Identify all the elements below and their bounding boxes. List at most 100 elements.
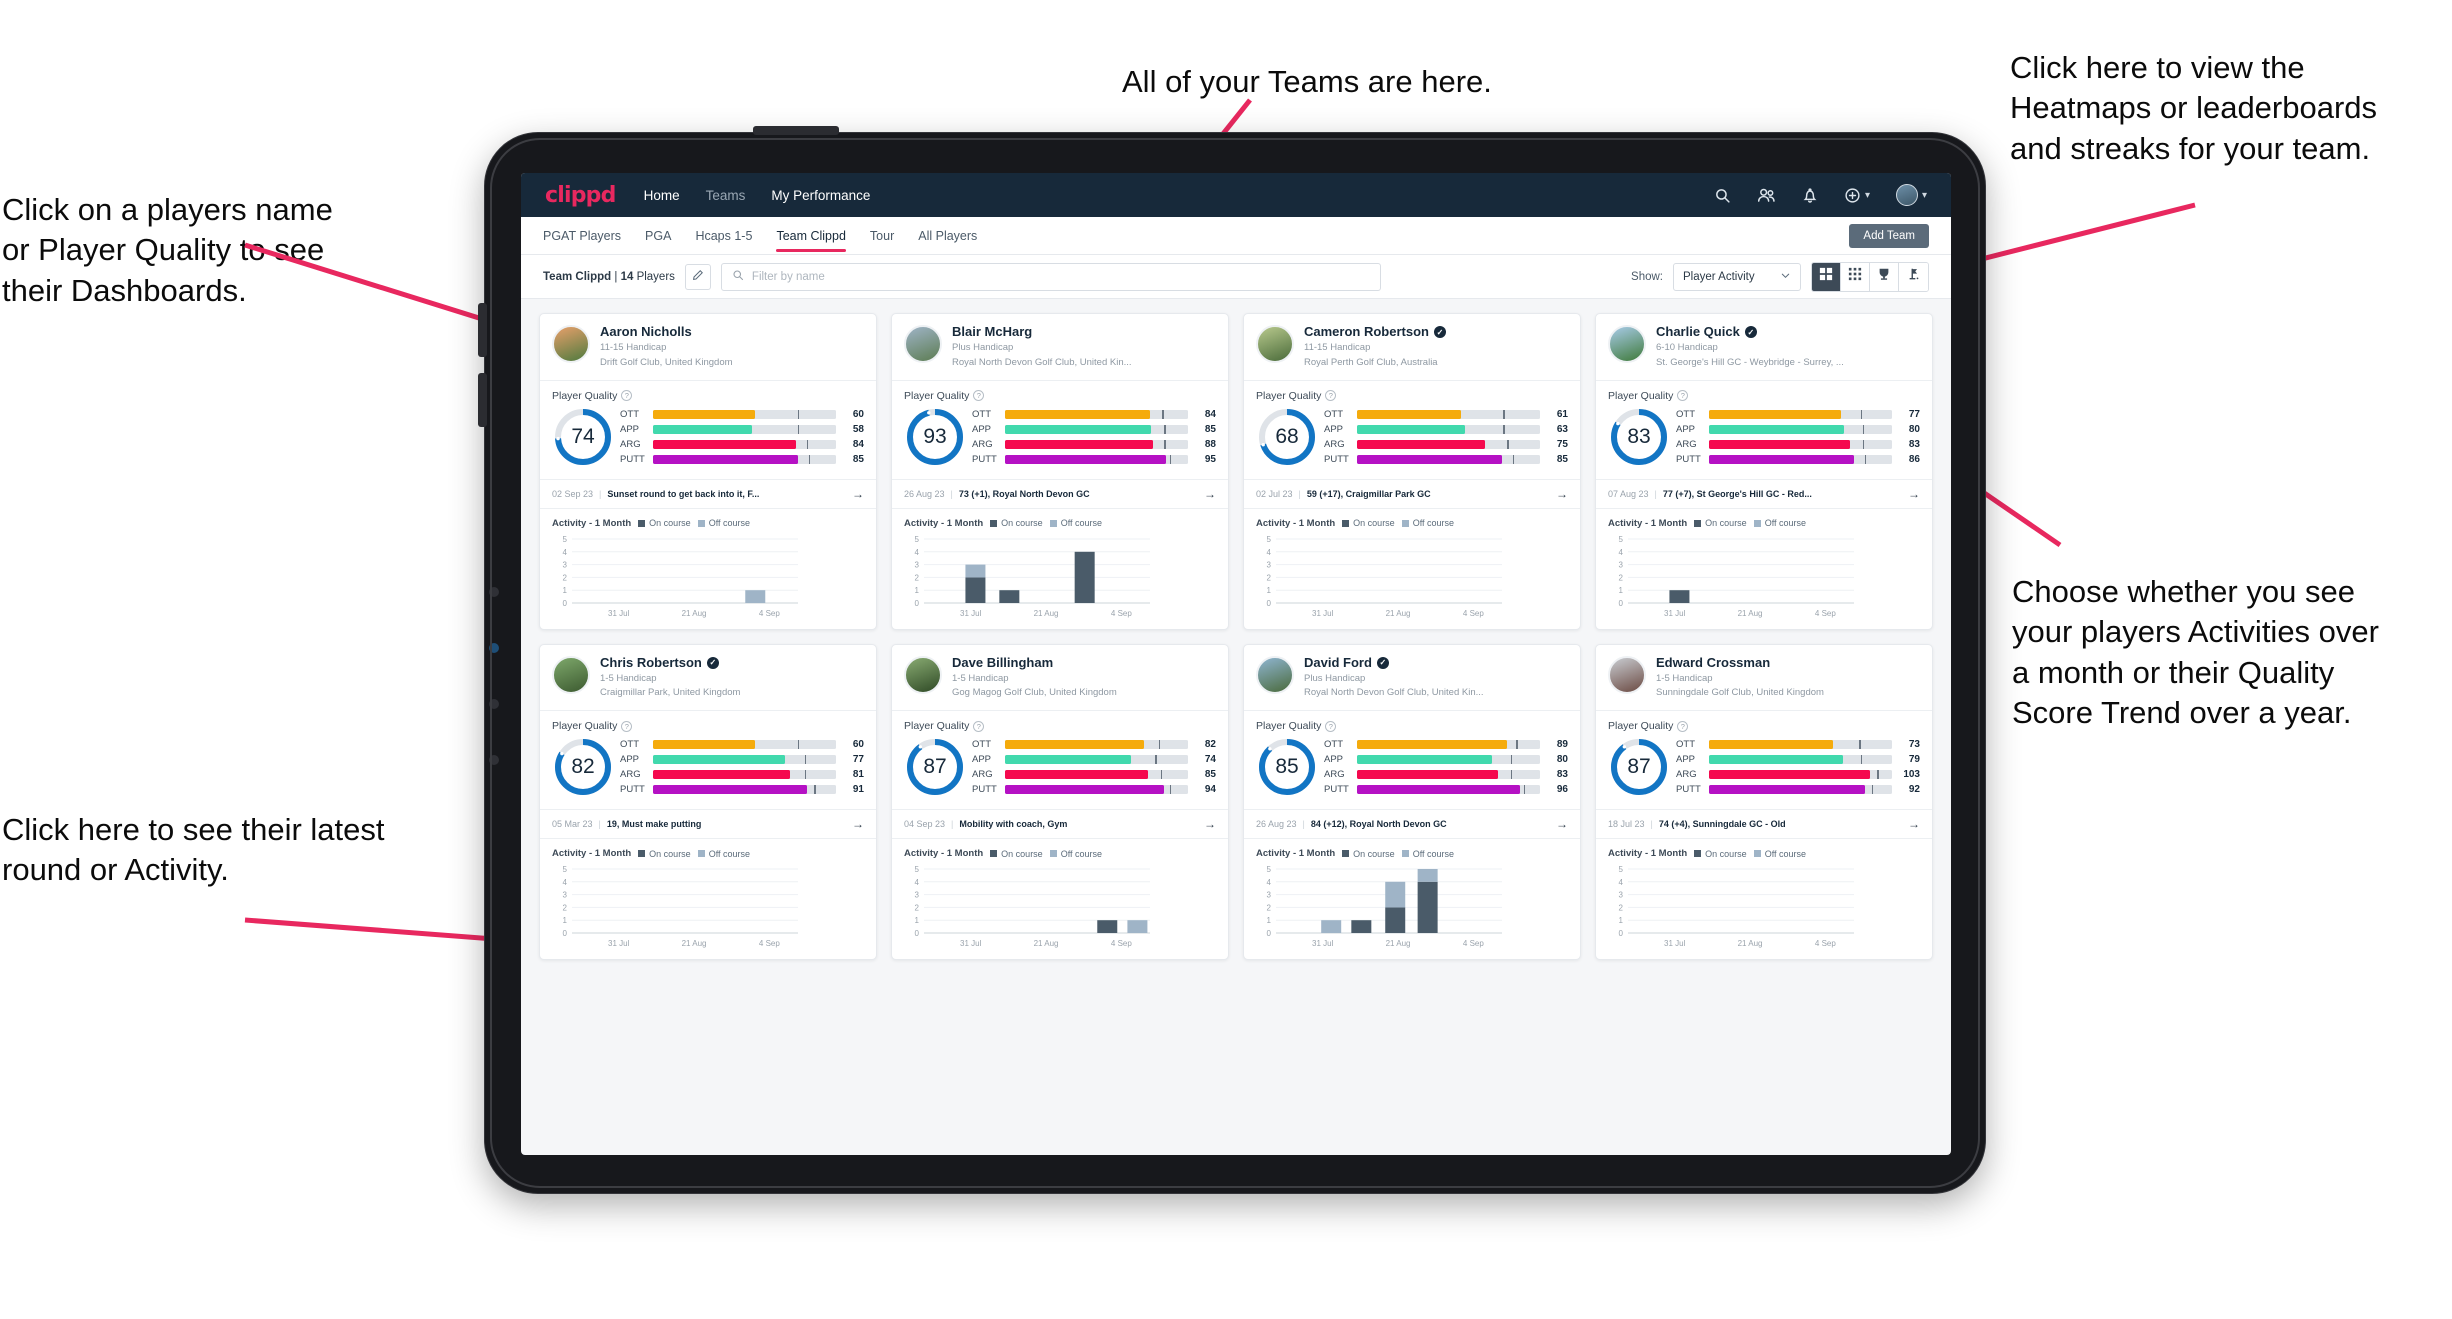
question-mark-icon[interactable]: ? — [1677, 390, 1689, 402]
question-mark-icon[interactable]: ? — [973, 390, 985, 402]
volume-down-button[interactable] — [478, 373, 487, 427]
player-avatar[interactable] — [552, 325, 590, 363]
player-card[interactable]: Cameron Robertson ✓ 11-15 Handicap Royal… — [1243, 313, 1581, 630]
nav-link-my-performance[interactable]: My Performance — [771, 188, 870, 203]
player-name[interactable]: Chris Robertson ✓ — [600, 655, 740, 671]
tab-hcaps-1-5[interactable]: Hcaps 1-5 — [695, 217, 752, 255]
arrow-right-icon[interactable]: → — [1556, 817, 1568, 831]
player-avatar[interactable] — [904, 325, 942, 363]
player-card-header[interactable]: Blair McHarg Plus Handicap Royal North D… — [892, 314, 1228, 380]
view-grid-large-button[interactable] — [1812, 262, 1841, 291]
bell-icon[interactable] — [1802, 187, 1818, 204]
player-quality-body[interactable]: 74 OTT 60 APP 58 ARG 84 PUTT 85 — [540, 404, 876, 479]
player-quality-body[interactable]: 87 OTT 82 APP 74 ARG 85 PUTT 94 — [892, 734, 1228, 809]
player-card[interactable]: Charlie Quick ✓ 6-10 Handicap St. George… — [1595, 313, 1933, 630]
question-mark-icon[interactable]: ? — [1325, 720, 1337, 732]
quality-score-ring[interactable]: 85 — [1256, 736, 1318, 798]
profile-menu[interactable]: ▾ — [1895, 184, 1927, 206]
player-card-header[interactable]: David Ford ✓ Plus Handicap Royal North D… — [1244, 645, 1580, 711]
latest-activity-row[interactable]: 26 Aug 23 | 73 (+1), Royal North Devon G… — [892, 478, 1228, 508]
player-card-header[interactable]: Edward Crossman 1-5 Handicap Sunningdale… — [1596, 645, 1932, 711]
quality-score-ring[interactable]: 87 — [1608, 736, 1670, 798]
view-course-button[interactable] — [1899, 262, 1928, 291]
player-name[interactable]: David Ford ✓ — [1304, 655, 1484, 671]
arrow-right-icon[interactable]: → — [1204, 817, 1216, 831]
player-quality-body[interactable]: 85 OTT 89 APP 80 ARG 83 PUTT 96 — [1244, 734, 1580, 809]
latest-activity-row[interactable]: 02 Sep 23 | Sunset round to get back int… — [540, 478, 876, 508]
arrow-right-icon[interactable]: → — [1908, 487, 1920, 501]
power-button[interactable] — [753, 126, 839, 135]
tab-pgat-players[interactable]: PGAT Players — [543, 217, 621, 255]
player-quality-body[interactable]: 93 OTT 84 APP 85 ARG 88 PUTT 95 — [892, 404, 1228, 479]
add-team-button[interactable]: Add Team — [1849, 223, 1929, 248]
player-name[interactable]: Cameron Robertson ✓ — [1304, 324, 1446, 340]
player-quality-body[interactable]: 83 OTT 77 APP 80 ARG 83 PUTT 86 — [1596, 404, 1932, 479]
player-card-header[interactable]: Dave Billingham 1-5 Handicap Gog Magog G… — [892, 645, 1228, 711]
player-avatar[interactable] — [1608, 325, 1646, 363]
tab-pga[interactable]: PGA — [645, 217, 671, 255]
quality-score-ring[interactable]: 68 — [1256, 406, 1318, 468]
arrow-right-icon[interactable]: → — [852, 817, 864, 831]
player-name[interactable]: Dave Billingham — [952, 655, 1117, 671]
volume-up-button[interactable] — [478, 303, 487, 357]
tab-all-players[interactable]: All Players — [918, 217, 977, 255]
player-quality-body[interactable]: 68 OTT 61 APP 63 ARG 75 PUTT 85 — [1244, 404, 1580, 479]
player-card-header[interactable]: Aaron Nicholls 11-15 Handicap Drift Golf… — [540, 314, 876, 380]
add-menu[interactable]: ▾ — [1844, 187, 1870, 204]
player-name[interactable]: Blair McHarg — [952, 324, 1132, 340]
player-card-header[interactable]: Charlie Quick ✓ 6-10 Handicap St. George… — [1596, 314, 1932, 380]
player-card[interactable]: Blair McHarg Plus Handicap Royal North D… — [891, 313, 1229, 630]
player-avatar[interactable] — [552, 655, 590, 694]
tab-tour[interactable]: Tour — [870, 217, 894, 255]
quality-score-ring[interactable]: 87 — [904, 736, 966, 798]
question-mark-icon[interactable]: ? — [621, 720, 633, 732]
latest-activity-row[interactable]: 02 Jul 23 | 59 (+17), Craigmillar Park G… — [1244, 478, 1580, 508]
player-name[interactable]: Edward Crossman — [1656, 655, 1824, 671]
view-leaderboard-button[interactable] — [1870, 262, 1899, 291]
arrow-right-icon[interactable]: → — [1204, 487, 1216, 501]
view-grid-small-button[interactable] — [1841, 262, 1870, 291]
search-icon[interactable] — [1714, 187, 1731, 204]
player-name[interactable]: Aaron Nicholls — [600, 324, 733, 340]
player-name[interactable]: Charlie Quick ✓ — [1656, 324, 1844, 340]
question-mark-icon[interactable]: ? — [621, 390, 633, 402]
player-card-header[interactable]: Chris Robertson ✓ 1-5 Handicap Craigmill… — [540, 645, 876, 711]
people-icon[interactable] — [1757, 187, 1776, 204]
edit-team-button[interactable] — [684, 263, 711, 290]
quality-score-ring[interactable]: 82 — [552, 736, 614, 798]
nav-link-teams[interactable]: Teams — [706, 188, 746, 203]
avatar[interactable] — [1895, 184, 1918, 206]
player-avatar[interactable] — [1608, 655, 1646, 694]
show-select[interactable]: Player Activity — [1673, 262, 1801, 291]
latest-activity-row[interactable]: 07 Aug 23 | 77 (+7), St George's Hill GC… — [1596, 478, 1932, 508]
question-mark-icon[interactable]: ? — [1677, 720, 1689, 732]
arrow-right-icon[interactable]: → — [1556, 487, 1568, 501]
arrow-right-icon[interactable]: → — [1908, 817, 1920, 831]
arrow-right-icon[interactable]: → — [852, 487, 864, 501]
latest-activity-row[interactable]: 05 Mar 23 | 19, Must make putting → — [540, 809, 876, 838]
player-card[interactable]: David Ford ✓ Plus Handicap Royal North D… — [1243, 643, 1581, 961]
question-mark-icon[interactable]: ? — [973, 720, 985, 732]
player-card[interactable]: Aaron Nicholls 11-15 Handicap Drift Golf… — [539, 313, 877, 630]
tab-team-clippd[interactable]: Team Clippd — [776, 217, 847, 255]
clippd-logo[interactable]: clippd — [545, 183, 616, 208]
quality-score-ring[interactable]: 93 — [904, 406, 966, 468]
player-quality-body[interactable]: 87 OTT 73 APP 79 ARG 103 PUTT 92 — [1596, 734, 1932, 809]
question-mark-icon[interactable]: ? — [1325, 390, 1337, 402]
latest-activity-row[interactable]: 18 Jul 23 | 74 (+4), Sunningdale GC - Ol… — [1596, 809, 1932, 838]
player-card[interactable]: Chris Robertson ✓ 1-5 Handicap Craigmill… — [539, 643, 877, 961]
quality-score-ring[interactable]: 83 — [1608, 406, 1670, 468]
player-avatar[interactable] — [1256, 325, 1294, 363]
nav-link-home[interactable]: Home — [644, 188, 680, 203]
player-avatar[interactable] — [904, 655, 942, 694]
player-quality-body[interactable]: 82 OTT 60 APP 77 ARG 81 PUTT 91 — [540, 734, 876, 809]
player-avatar[interactable] — [1256, 655, 1294, 694]
latest-activity-row[interactable]: 26 Aug 23 | 84 (+12), Royal North Devon … — [1244, 809, 1580, 838]
player-card[interactable]: Edward Crossman 1-5 Handicap Sunningdale… — [1595, 643, 1933, 961]
latest-activity-row[interactable]: 04 Sep 23 | Mobility with coach, Gym → — [892, 809, 1228, 838]
player-card-header[interactable]: Cameron Robertson ✓ 11-15 Handicap Royal… — [1244, 314, 1580, 380]
plus-circle-icon[interactable] — [1844, 187, 1861, 204]
search-input[interactable] — [751, 270, 1370, 283]
search-box[interactable] — [720, 262, 1381, 291]
player-card[interactable]: Dave Billingham 1-5 Handicap Gog Magog G… — [891, 643, 1229, 961]
